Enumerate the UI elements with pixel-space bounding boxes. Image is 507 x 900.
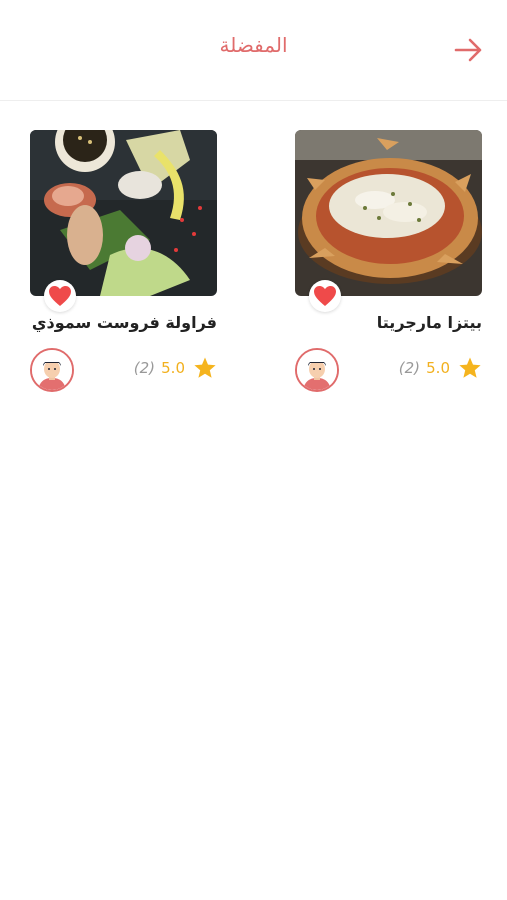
rating-value: 5.0 — [426, 359, 450, 377]
heart-icon — [314, 286, 336, 306]
page-title: المفضلة — [219, 33, 288, 57]
author-avatar[interactable] — [295, 348, 339, 392]
rating-value: 5.0 — [161, 359, 185, 377]
favorite-toggle[interactable] — [309, 280, 341, 312]
chef-avatar-icon — [297, 350, 337, 390]
star-icon — [194, 357, 216, 378]
rating: 5.0 (2) — [362, 356, 482, 380]
arrow-right-icon — [454, 38, 482, 62]
back-button[interactable] — [452, 34, 486, 66]
recipe-image[interactable] — [30, 130, 217, 296]
rating-count: (2) — [398, 359, 420, 377]
chef-avatar-icon — [32, 350, 72, 390]
recipe-title: فراولة فروست سموذي — [31, 313, 217, 332]
author-avatar[interactable] — [30, 348, 74, 392]
app-header: المفضلة — [0, 0, 507, 101]
rating-count: (2) — [133, 359, 155, 377]
recipe-image[interactable] — [295, 130, 482, 296]
heart-icon — [49, 286, 71, 306]
recipe-title: بيتزا مارجريتا — [376, 313, 482, 332]
favorite-toggle[interactable] — [44, 280, 76, 312]
star-icon — [459, 357, 481, 378]
rating: 5.0 (2) — [97, 356, 217, 380]
